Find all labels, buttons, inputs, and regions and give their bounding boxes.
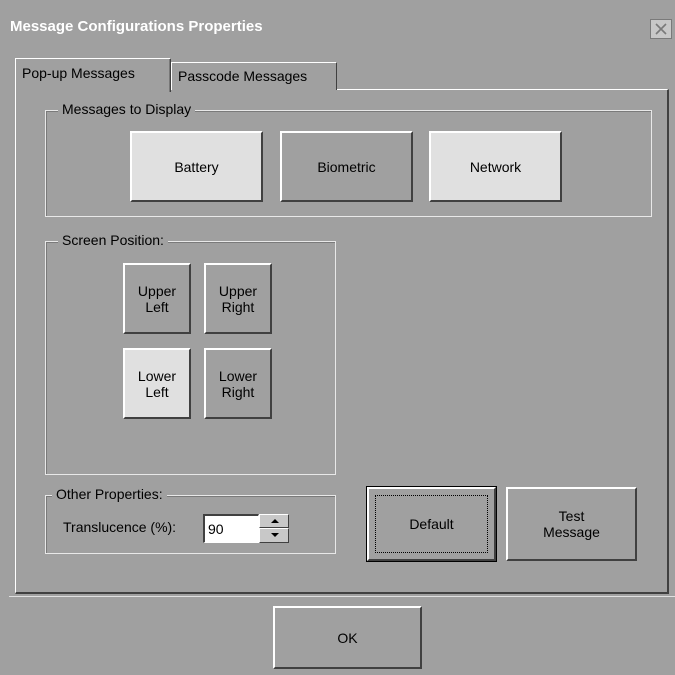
biometric-button-label: Biometric bbox=[317, 158, 376, 175]
tab-passcode-messages-label: Passcode Messages bbox=[178, 68, 308, 84]
other-properties-label: Other Properties: bbox=[52, 486, 167, 502]
default-button-label: Default bbox=[409, 516, 454, 532]
battery-button-label: Battery bbox=[174, 158, 219, 175]
upper-right-button[interactable]: Upper Right bbox=[204, 263, 272, 334]
translucence-spin-down[interactable] bbox=[259, 528, 289, 543]
messages-to-display-label: Messages to Display bbox=[58, 101, 196, 117]
title-bar: Message Configurations Properties bbox=[0, 0, 675, 45]
ok-button-label: OK bbox=[337, 629, 358, 646]
default-button[interactable]: Default bbox=[366, 486, 497, 562]
network-button[interactable]: Network bbox=[429, 131, 562, 202]
window-title: Message Configurations Properties bbox=[10, 18, 263, 35]
footer-divider bbox=[9, 596, 675, 597]
arrow-down-icon bbox=[271, 533, 279, 537]
ok-button[interactable]: OK bbox=[273, 606, 422, 669]
translucence-label: Translucence (%): bbox=[63, 519, 177, 535]
close-icon bbox=[655, 23, 667, 35]
tab-passcode-messages[interactable]: Passcode Messages bbox=[171, 62, 337, 90]
biometric-button[interactable]: Biometric bbox=[280, 131, 413, 202]
lower-left-button-label: Lower Left bbox=[137, 367, 177, 400]
tab-popup-messages-label: Pop-up Messages bbox=[22, 65, 135, 81]
translucence-input[interactable] bbox=[203, 514, 259, 543]
lower-right-button-label: Lower Right bbox=[218, 367, 258, 400]
test-message-button[interactable]: Test Message bbox=[506, 487, 637, 561]
upper-right-button-label: Upper Right bbox=[218, 282, 258, 315]
arrow-up-icon bbox=[271, 519, 279, 523]
translucence-spin-up[interactable] bbox=[259, 514, 289, 528]
test-message-button-label: Test Message bbox=[543, 508, 600, 540]
lower-right-button[interactable]: Lower Right bbox=[204, 348, 272, 419]
upper-left-button[interactable]: Upper Left bbox=[123, 263, 191, 334]
battery-button[interactable]: Battery bbox=[130, 131, 263, 202]
upper-left-button-label: Upper Left bbox=[137, 282, 177, 315]
tab-popup-messages[interactable]: Pop-up Messages bbox=[15, 58, 171, 92]
screen-position-label: Screen Position: bbox=[58, 232, 168, 248]
network-button-label: Network bbox=[469, 158, 522, 175]
close-button[interactable] bbox=[650, 19, 672, 39]
lower-left-button[interactable]: Lower Left bbox=[123, 348, 191, 419]
